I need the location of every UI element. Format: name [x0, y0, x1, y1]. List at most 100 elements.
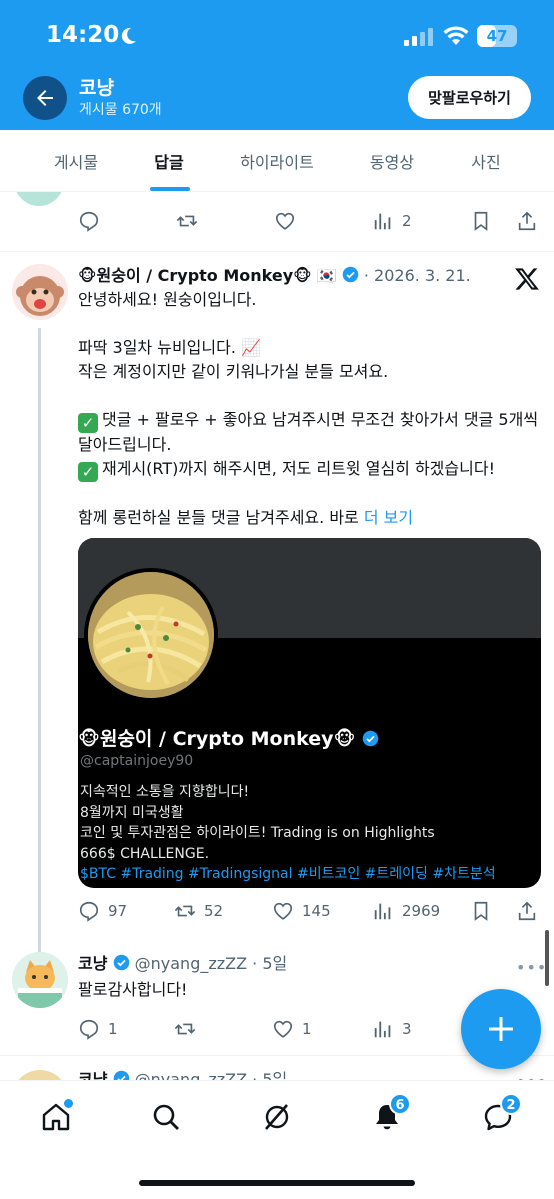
share-button[interactable]	[516, 896, 538, 926]
tweet-line: ✓ 재게시(RT)까지 해주시면, 저도 리트윗 열심히 하겠습니다!	[78, 457, 540, 482]
tab-videos[interactable]: 동영상	[352, 130, 432, 192]
tweet-line: 함께 롱런하실 분들 댓글 남겨주세요. 바로 더 보기	[78, 506, 540, 530]
nav-grok[interactable]	[257, 1097, 297, 1137]
bio-hashtags[interactable]: $BTC #Trading #Tradingsignal #비트코인 #트레이딩…	[80, 864, 496, 885]
reply-count: 1	[108, 1020, 118, 1038]
retweet-button[interactable]	[176, 206, 198, 236]
tweet-text: 안녕하세요! 원숭이입니다. 파딱 3일차 뉴비입니다. 📈 작은 계정이지만 …	[78, 288, 540, 530]
author-name[interactable]: 코냥	[78, 1070, 107, 1080]
author-name[interactable]: 🐵원숭이 / Crypto Monkey🐵	[78, 266, 312, 285]
retweet-button[interactable]: 52	[174, 896, 223, 926]
tweet-header: 🐵원숭이 / Crypto Monkey🐵 🇰🇷 · 2026. 3. 21.	[78, 264, 508, 288]
bio-line: 코인 및 투자관점은 하이라이트! Trading is on Highligh…	[80, 825, 435, 841]
reply-button[interactable]: 1	[78, 1014, 118, 1044]
wifi-icon	[443, 26, 469, 45]
bookmark-icon	[474, 211, 488, 231]
tweet-line: 안녕하세요! 원숭이입니다.	[78, 290, 257, 309]
timeline[interactable]: 2 🐵원숭이 / Crypto Monkey🐵 🇰🇷 · 2026. 3. 21…	[0, 192, 554, 1080]
heart-icon	[273, 902, 293, 920]
reply-button[interactable]	[78, 206, 100, 236]
tweet-date[interactable]: · 2026. 3. 21.	[364, 266, 471, 285]
author-name[interactable]: 코냥	[78, 954, 107, 973]
heart-icon	[273, 1020, 293, 1038]
status-time: 14:20	[46, 22, 120, 48]
views-button[interactable]: 2969	[372, 896, 440, 926]
tab-photos[interactable]: 사진	[448, 130, 524, 192]
back-button[interactable]	[23, 76, 67, 120]
like-button[interactable]	[274, 206, 296, 236]
tweet-time[interactable]: · 5일	[252, 1070, 287, 1080]
previous-tweet[interactable]: 2	[0, 192, 554, 252]
grok-icon	[265, 1104, 289, 1130]
views-count: 2969	[402, 902, 441, 920]
more-options-icon[interactable]: •••	[516, 958, 547, 977]
signal-icon	[404, 28, 433, 46]
active-tab-indicator	[150, 187, 190, 191]
verified-badge-icon	[113, 954, 129, 971]
views-count: 2	[402, 212, 412, 230]
reply-count: 97	[108, 902, 128, 920]
views-icon	[374, 903, 391, 920]
battery-indicator: 47	[477, 25, 517, 47]
reply-icon	[79, 901, 99, 922]
card-handle: @captainjoey90	[80, 753, 194, 769]
nav-messages[interactable]: 2	[478, 1093, 522, 1137]
reply-button[interactable]: 97	[78, 896, 127, 926]
tab-posts[interactable]: 게시물	[30, 130, 122, 192]
verified-badge-icon	[342, 266, 359, 283]
tweet-line: 작은 계정이지만 같이 키워나가실 분들 모셔요.	[78, 362, 389, 381]
tweet-text: 팔로감사합니다!	[78, 980, 188, 999]
compose-button[interactable]	[461, 989, 541, 1069]
like-count: 145	[302, 902, 331, 920]
share-icon	[518, 211, 536, 231]
retweet-icon	[176, 215, 198, 227]
avatar[interactable]	[12, 1070, 68, 1080]
tweet-line-text: 댓글 + 팔로우 + 좋아요 남겨주시면 무조건 찾아가서 댓글 5개씩 달아드…	[78, 410, 539, 454]
views-count: 3	[402, 1020, 412, 1038]
home-indicator	[139, 1180, 415, 1186]
follow-back-button[interactable]: 맞팔로우하기	[408, 76, 531, 119]
author-handle[interactable]: @nyang_zzZZ	[135, 1070, 247, 1080]
author-handle[interactable]: @nyang_zzZZ	[135, 954, 247, 973]
profile-card[interactable]: 🐵원숭이 / Crypto Monkey🐵 @captainjoey90 지속적…	[78, 538, 541, 888]
retweet-button[interactable]	[174, 1014, 196, 1044]
tweet-header: 코냥 @nyang_zzZZ · 5일	[78, 1068, 287, 1080]
monkey-avatar-icon	[12, 264, 68, 320]
more-options-icon[interactable]: •••	[516, 1072, 547, 1080]
verified-badge-icon	[113, 1070, 129, 1080]
like-button[interactable]: 145	[272, 896, 331, 926]
cat-avatar-icon	[12, 952, 68, 1008]
nav-notifications[interactable]: 6	[367, 1093, 411, 1137]
avatar[interactable]	[12, 952, 68, 1008]
avatar[interactable]	[12, 264, 68, 320]
scrollbar-thumb[interactable]	[545, 930, 549, 986]
tab-highlights[interactable]: 하이라이트	[222, 130, 332, 192]
views-icon	[374, 213, 391, 230]
avatar[interactable]	[14, 192, 64, 206]
nav-search[interactable]	[146, 1097, 186, 1137]
plus-icon	[489, 1017, 513, 1041]
tweet-line-text: 재게시(RT)까지 해주시면, 저도 리트윗 열심히 하겠습니다!	[102, 459, 495, 478]
tab-replies[interactable]: 답글	[130, 130, 208, 192]
show-more-link[interactable]: 더 보기	[364, 508, 413, 527]
bookmark-button[interactable]	[470, 206, 492, 236]
next-tweet[interactable]: 코냥 @nyang_zzZZ · 5일 •••	[0, 1058, 554, 1080]
bookmark-icon	[474, 901, 488, 921]
thread-line	[38, 328, 41, 1008]
card-bio: 지속적인 소통을 지향합니다! 8월까지 미국생활 코인 및 투자관점은 하이라…	[80, 782, 496, 885]
tweet-time[interactable]: · 5일	[252, 954, 287, 973]
retweet-icon	[174, 905, 196, 917]
nav-home[interactable]	[36, 1097, 76, 1137]
battery-text: 47	[486, 27, 508, 45]
tweet-actions: 2	[78, 206, 540, 236]
bio-line: 지속적인 소통을 지향합니다!	[80, 784, 250, 800]
share-button[interactable]	[516, 206, 538, 236]
like-button[interactable]: 1	[272, 1014, 312, 1044]
views-button[interactable]: 3	[372, 1014, 412, 1044]
heart-icon	[275, 212, 295, 230]
retweet-icon	[174, 1023, 196, 1035]
views-button[interactable]: 2	[372, 206, 412, 236]
flag: 🇰🇷	[316, 266, 337, 285]
share-icon	[518, 901, 536, 921]
bookmark-button[interactable]	[470, 896, 492, 926]
